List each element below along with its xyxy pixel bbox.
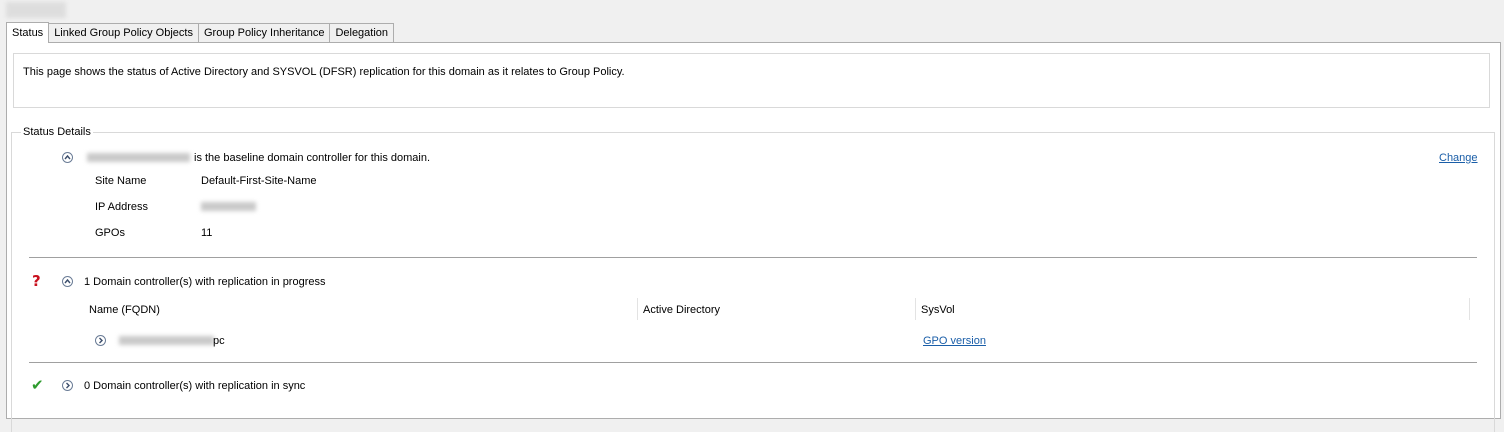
section-divider — [29, 257, 1477, 258]
tab-delegation[interactable]: Delegation — [329, 23, 395, 42]
ip-address-blurred — [201, 202, 256, 211]
row-expand-toggle[interactable] — [95, 335, 106, 346]
dc-name-suffix: pc — [213, 335, 225, 347]
field-value-gpos: 11 — [201, 227, 213, 239]
section-divider — [29, 362, 1477, 363]
in-sync-expand-toggle[interactable] — [62, 380, 73, 391]
chevron-up-icon — [64, 154, 71, 160]
question-mark-icon: ? — [32, 272, 41, 290]
tab-status[interactable]: Status — [6, 22, 50, 43]
column-separator — [915, 298, 916, 320]
column-header-active-directory[interactable]: Active Directory — [643, 304, 720, 316]
field-label-ip-address: IP Address — [95, 201, 148, 213]
column-separator — [1469, 298, 1470, 320]
dc-name-blurred — [119, 336, 214, 345]
field-label-gpos: GPOs — [95, 227, 125, 239]
chevron-right-icon — [66, 382, 70, 389]
status-details-legend: Status Details — [21, 126, 93, 138]
field-label-site-name: Site Name — [95, 175, 147, 187]
chevron-up-icon — [64, 278, 71, 284]
description-box: This page shows the status of Active Dir… — [13, 53, 1490, 108]
baseline-collapse-toggle[interactable] — [62, 152, 73, 163]
checkmark-icon: ✔ — [31, 376, 44, 394]
gpo-version-link[interactable]: GPO version — [923, 335, 986, 347]
tab-linked-gpos[interactable]: Linked Group Policy Objects — [48, 23, 199, 42]
baseline-text: is the baseline domain controller for th… — [194, 152, 431, 164]
chevron-right-icon — [99, 337, 103, 344]
tab-content-panel: This page shows the status of Active Dir… — [6, 42, 1501, 432]
in-progress-text: 1 Domain controller(s) with replication … — [84, 276, 326, 288]
baseline-dc-name-blurred — [87, 153, 190, 162]
field-value-site-name: Default-First-Site-Name — [201, 175, 317, 187]
column-separator — [637, 298, 638, 320]
description-text: This page shows the status of Active Dir… — [23, 66, 625, 78]
in-sync-text: 0 Domain controller(s) with replication … — [84, 380, 306, 392]
tab-gp-inheritance[interactable]: Group Policy Inheritance — [197, 23, 331, 42]
change-baseline-link[interactable]: Change — [1439, 152, 1478, 164]
column-header-sysvol[interactable]: SysVol — [921, 304, 955, 316]
window-title-blurred — [6, 2, 66, 18]
column-header-name[interactable]: Name (FQDN) — [89, 304, 160, 316]
status-details-group: Status Details is the baseline domain co… — [11, 126, 1495, 432]
tab-strip: Status Linked Group Policy Objects Group… — [6, 22, 395, 43]
in-progress-collapse-toggle[interactable] — [62, 276, 73, 287]
